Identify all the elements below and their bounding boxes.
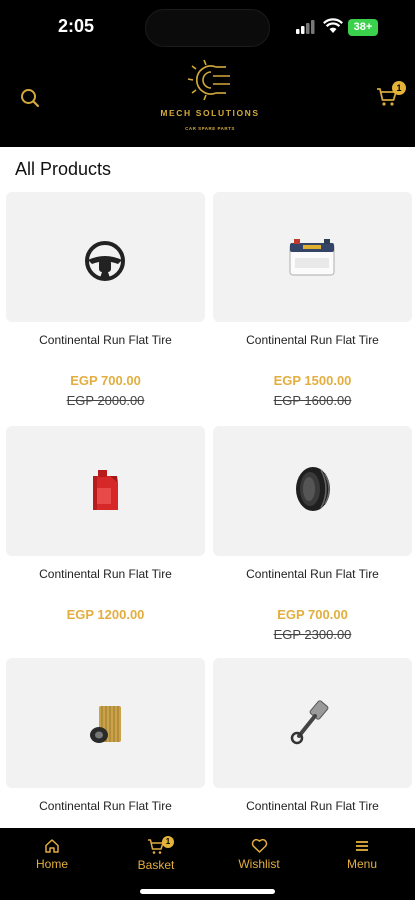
nav-wishlist-label: Wishlist [238,857,280,871]
product-price: EGP 1200.00 [66,607,145,622]
home-indicator [140,889,275,894]
product-card[interactable]: Continental Run Flat Tire [6,658,205,828]
page-title: All Products [15,159,112,179]
product-grid: Continental Run Flat Tire EGP 700.00 EGP… [0,192,415,828]
gear-icon [187,59,230,101]
product-image[interactable] [6,658,205,788]
product-old-price: EGP 2000.00 [66,393,145,408]
heart-icon [251,838,267,853]
nav-menu[interactable]: Menu [322,838,402,871]
cart-count-badge: 1 [392,81,406,95]
product-image[interactable] [213,658,412,788]
brand-logo[interactable]: MECH SOLUTIONS CAR SPARE PARTS [150,58,270,138]
product-name[interactable]: Continental Run Flat Tire [213,333,412,347]
product-name[interactable]: Continental Run Flat Tire [213,799,412,813]
oil-canister-icon [93,470,118,510]
product-old-price: EGP 1600.00 [273,393,352,408]
app-header: 2:05 38+ MECH SOLUTIONS CAR SPARE PARTS … [0,0,415,147]
nav-basket-label: Basket [137,858,175,872]
nav-menu-label: Menu [346,857,378,871]
status-time: 2:05 [58,16,95,36]
product-card[interactable]: Continental Run Flat Tire EGP 1500.00 EG… [213,192,412,417]
product-image[interactable] [6,192,205,322]
piston-icon [290,700,329,745]
product-image[interactable] [213,426,412,556]
nav-home[interactable]: Home [12,838,92,871]
product-price: EGP 1500.00 [273,373,352,388]
steering-wheel-icon [85,241,125,281]
car-battery-icon [289,239,335,276]
home-icon [45,839,59,853]
product-price: EGP 700.00 [70,373,141,388]
product-name[interactable]: Continental Run Flat Tire [213,567,412,581]
nav-wishlist[interactable]: Wishlist [219,838,299,871]
product-name[interactable]: Continental Run Flat Tire [6,333,205,347]
hamburger-menu-icon [356,841,368,851]
product-card[interactable]: Continental Run Flat Tire EGP 700.00 EGP… [213,426,412,651]
product-card[interactable]: Continental Run Flat Tire EGP 700.00 EGP… [6,192,205,417]
search-icon[interactable] [18,86,42,110]
product-price: EGP 700.00 [277,607,348,622]
dynamic-island [145,9,270,47]
tire-icon [296,467,330,511]
product-card[interactable]: Continental Run Flat Tire EGP 1200.00 [6,426,205,651]
nav-home-label: Home [35,857,68,871]
wifi-icon [323,18,343,33]
product-name[interactable]: Continental Run Flat Tire [6,799,205,813]
product-name[interactable]: Continental Run Flat Tire [6,567,205,581]
product-image[interactable] [213,192,412,322]
signal-icon [296,20,315,34]
brand-name: MECH SOLUTIONS [160,108,260,118]
brand-tagline: CAR SPARE PARTS [185,126,235,131]
nav-basket[interactable]: 1 Basket [116,836,196,872]
basket-count-badge: 1 [162,836,174,848]
product-card[interactable]: Continental Run Flat Tire [213,658,412,828]
product-image[interactable] [6,426,205,556]
product-old-price: EGP 2300.00 [273,627,352,642]
oil-filter-icon [90,706,121,743]
battery-indicator: 38+ [348,19,378,36]
